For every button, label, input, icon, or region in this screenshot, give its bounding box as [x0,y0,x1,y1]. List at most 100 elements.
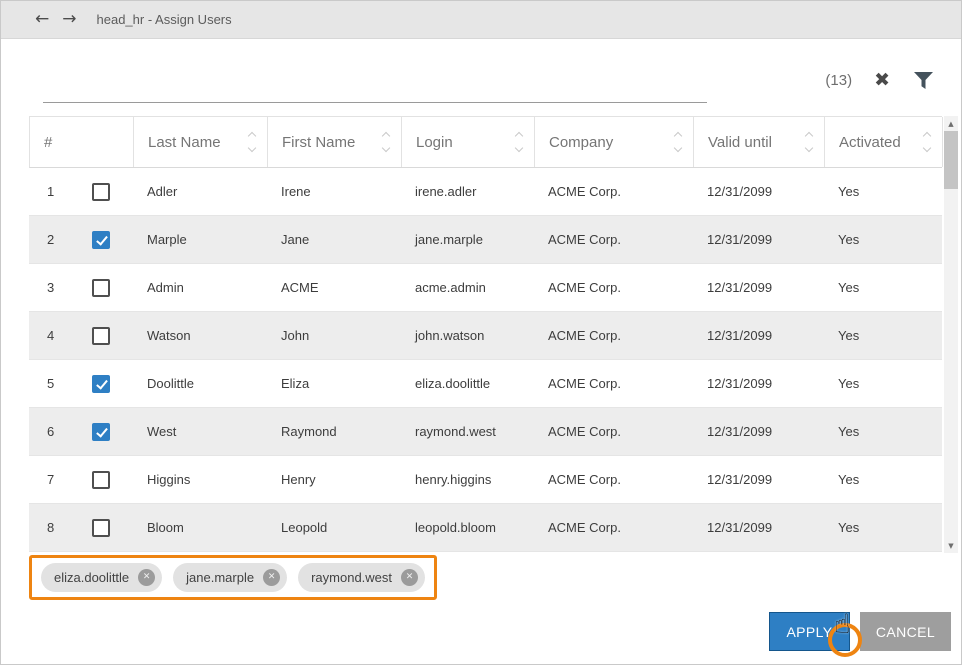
scroll-down-icon[interactable]: ▼ [944,538,958,553]
selected-user-chip: jane.marple ✕ [173,563,287,592]
cell-company: ACME Corp. [534,264,693,311]
back-icon[interactable]: ← [35,11,49,28]
chip-label: eliza.doolittle [54,570,129,585]
cell-activated: Yes [824,504,942,551]
cell-activated: Yes [824,408,942,455]
table-row[interactable]: 6 West Raymond raymond.west ACME Corp. 1… [29,408,942,456]
cell-valid-until: 12/31/2099 [693,264,824,311]
col-header-company[interactable]: Company [535,117,694,167]
row-checkbox[interactable] [92,183,110,201]
cell-valid-until: 12/31/2099 [693,456,824,503]
sort-chevron-down [923,144,931,152]
cell-last-name: Adler [133,168,267,215]
cell-first-name: Raymond [267,408,401,455]
table-header: # Last Name First Name Login Company Val… [29,116,942,168]
row-checkbox-cell [69,456,133,503]
clear-filter-icon[interactable]: ✖ [874,71,890,90]
cell-login: jane.marple [401,216,534,263]
table-row[interactable]: 1 Adler Irene irene.adler ACME Corp. 12/… [29,168,942,216]
chip-remove-icon[interactable]: ✕ [138,569,155,586]
chip-remove-icon[interactable]: ✕ [263,569,280,586]
row-checkbox[interactable] [92,231,110,249]
row-checkbox-cell [69,216,133,263]
scrollbar-thumb[interactable] [944,131,958,189]
cell-first-name: Henry [267,456,401,503]
apply-button[interactable]: APPLY [769,612,850,651]
col-header-first-name[interactable]: First Name [268,117,402,167]
cell-last-name: Marple [133,216,267,263]
sort-icon [924,133,930,151]
sort-icon [249,133,255,151]
row-checkbox[interactable] [92,375,110,393]
cell-valid-until: 12/31/2099 [693,360,824,407]
cell-valid-until: 12/31/2099 [693,312,824,359]
cell-login: eliza.doolittle [401,360,534,407]
table-scrollbar[interactable]: ▲ ▼ [944,116,958,553]
filter-funnel-icon[interactable] [914,72,933,89]
chip-remove-icon[interactable]: ✕ [401,569,418,586]
selected-users-highlight-annotation: eliza.doolittle ✕ jane.marple ✕ raymond.… [29,555,437,600]
filter-bar: (13) ✖ [43,57,933,103]
col-header-login[interactable]: Login [402,117,535,167]
cell-login: john.watson [401,312,534,359]
sort-chevron-up [805,132,813,140]
row-number: 1 [29,168,69,215]
row-number: 3 [29,264,69,311]
chip-label: jane.marple [186,570,254,585]
result-count: (13) [825,72,852,89]
table-row[interactable]: 2 Marple Jane jane.marple ACME Corp. 12/… [29,216,942,264]
col-header-activated[interactable]: Activated [825,117,943,167]
row-checkbox[interactable] [92,519,110,537]
col-header-label: Company [549,134,613,151]
sort-chevron-down [515,144,523,152]
col-header-label: First Name [282,134,355,151]
sort-chevron-down [805,144,813,152]
table-row[interactable]: 8 Bloom Leopold leopold.bloom ACME Corp.… [29,504,942,552]
col-header-valid-until[interactable]: Valid until [694,117,825,167]
cell-first-name: Eliza [267,360,401,407]
row-checkbox-cell [69,360,133,407]
cell-valid-until: 12/31/2099 [693,216,824,263]
row-checkbox[interactable] [92,279,110,297]
selected-user-chip: raymond.west ✕ [298,563,425,592]
row-checkbox-cell [69,168,133,215]
cell-company: ACME Corp. [534,360,693,407]
col-header-label: Activated [839,134,901,151]
cancel-button[interactable]: CANCEL [860,612,951,651]
cell-valid-until: 12/31/2099 [693,168,824,215]
table-body: 1 Adler Irene irene.adler ACME Corp. 12/… [29,168,942,552]
sort-icon [516,133,522,151]
cell-company: ACME Corp. [534,312,693,359]
cell-company: ACME Corp. [534,216,693,263]
row-number: 8 [29,504,69,551]
row-number: 7 [29,456,69,503]
cell-first-name: Jane [267,216,401,263]
titlebar: ← → head_hr - Assign Users [1,1,961,39]
row-checkbox-cell [69,264,133,311]
cell-first-name: Irene [267,168,401,215]
row-checkbox[interactable] [92,423,110,441]
cell-login: raymond.west [401,408,534,455]
users-table: # Last Name First Name Login Company Val… [29,116,942,552]
assign-users-dialog: ← → head_hr - Assign Users (13) ✖ # Last… [0,0,962,665]
cell-last-name: Watson [133,312,267,359]
col-header-label: Login [416,134,453,151]
filter-input[interactable] [43,57,707,103]
sort-chevron-down [674,144,682,152]
col-header-last-name[interactable]: Last Name [134,117,268,167]
cell-activated: Yes [824,264,942,311]
cell-last-name: Bloom [133,504,267,551]
sort-chevron-up [923,132,931,140]
table-row[interactable]: 7 Higgins Henry henry.higgins ACME Corp.… [29,456,942,504]
cell-company: ACME Corp. [534,504,693,551]
row-number: 4 [29,312,69,359]
cell-valid-until: 12/31/2099 [693,504,824,551]
cell-last-name: West [133,408,267,455]
table-row[interactable]: 5 Doolittle Eliza eliza.doolittle ACME C… [29,360,942,408]
forward-icon[interactable]: → [62,11,76,28]
scroll-up-icon[interactable]: ▲ [944,116,958,131]
row-checkbox[interactable] [92,471,110,489]
table-row[interactable]: 3 Admin ACME acme.admin ACME Corp. 12/31… [29,264,942,312]
row-checkbox[interactable] [92,327,110,345]
table-row[interactable]: 4 Watson John john.watson ACME Corp. 12/… [29,312,942,360]
